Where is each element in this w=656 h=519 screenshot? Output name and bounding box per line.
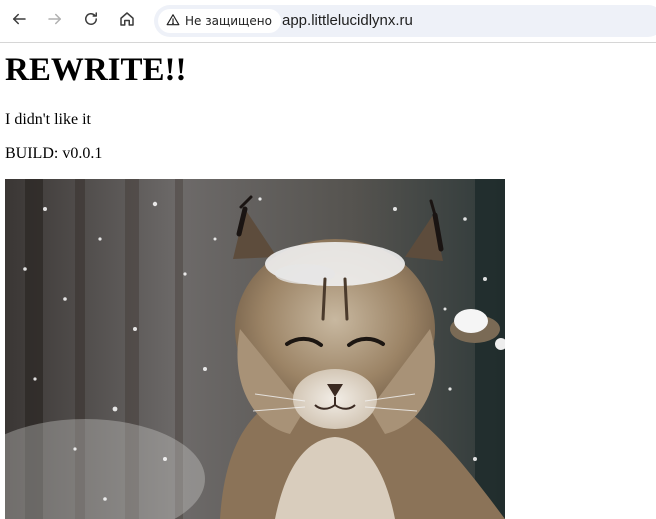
browser-toolbar: Не защищено app.littlelucidlynx.ru (0, 0, 656, 43)
address-bar[interactable]: Не защищено app.littlelucidlynx.ru (154, 5, 656, 37)
security-indicator[interactable]: Не защищено (158, 9, 281, 33)
security-label: Не защищено (185, 14, 272, 28)
build-version: BUILD: v0.0.1 (5, 145, 103, 162)
paragraph: I didn't like it (5, 111, 91, 128)
home-icon (118, 10, 136, 32)
page-content: REWRITE!! I didn't like it BUILD: v0.0.1 (0, 44, 656, 519)
reload-icon (82, 10, 100, 32)
arrow-right-icon (46, 10, 64, 32)
arrow-left-icon (10, 10, 28, 32)
page-title: REWRITE!! (5, 52, 187, 88)
url-text[interactable]: app.littlelucidlynx.ru (282, 12, 413, 29)
lynx-image (5, 179, 505, 519)
reload-button[interactable] (78, 8, 104, 34)
home-button[interactable] (114, 8, 140, 34)
back-button[interactable] (6, 8, 32, 34)
forward-button[interactable] (42, 8, 68, 34)
warning-triangle-icon (166, 13, 180, 30)
